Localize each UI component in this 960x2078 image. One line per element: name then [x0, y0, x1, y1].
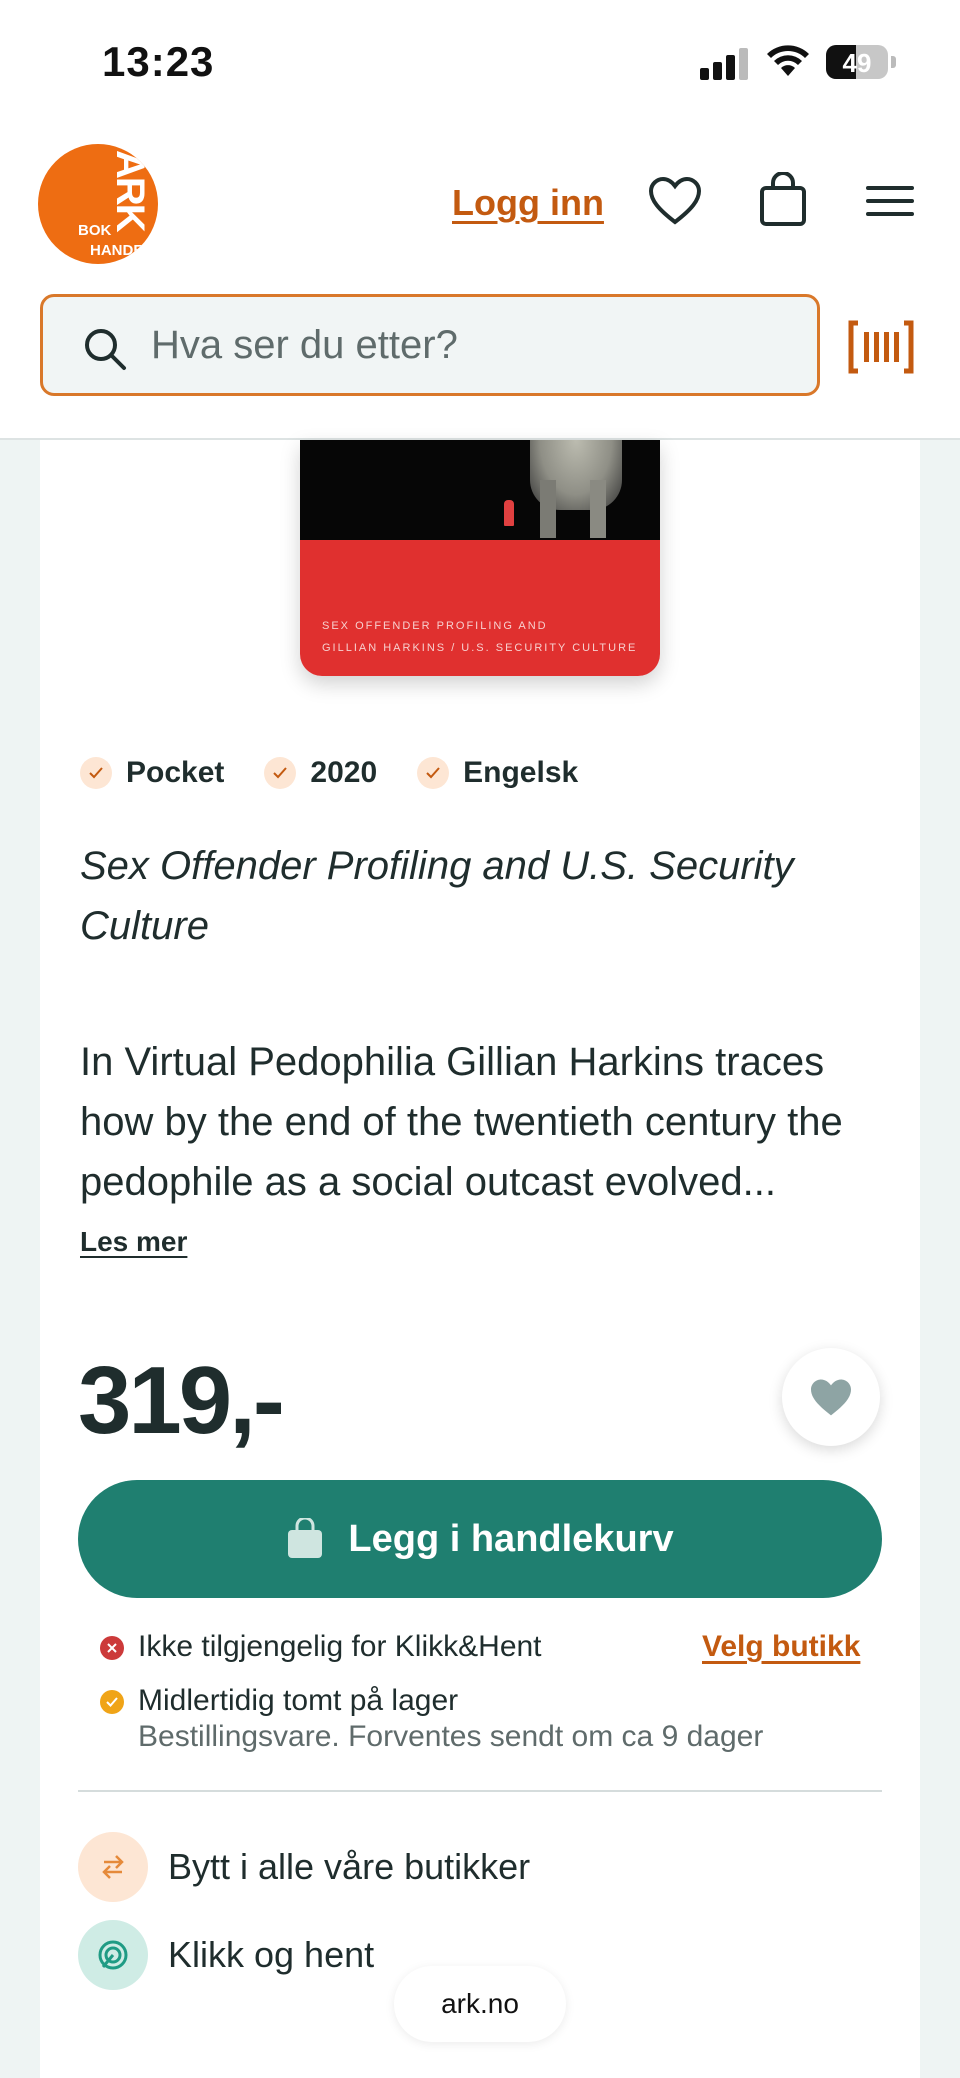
add-to-cart-label: Legg i handlekurv — [348, 1517, 674, 1560]
check-icon — [80, 757, 112, 789]
warning-check-icon — [100, 1690, 124, 1714]
battery-level: 49 — [842, 48, 872, 78]
heart-icon — [811, 1379, 851, 1416]
book-cover-image[interactable]: SEX OFFENDER PROFILING AND GILLIAN HARKI… — [300, 440, 660, 676]
search-icon — [85, 329, 126, 370]
attribute-format: Pocket — [80, 756, 224, 790]
feature-exchange: Bytt i alle våre butikker — [78, 1832, 530, 1902]
unavailable-icon — [100, 1636, 124, 1660]
barcode-scanner-icon[interactable] — [848, 320, 914, 374]
cover-text-line1: SEX OFFENDER PROFILING AND — [322, 620, 548, 632]
battery-icon: 49 — [826, 45, 888, 79]
book-title: Sex Offender Profiling and U.S. Security… — [80, 844, 794, 948]
pickup-status-text: Ikke tilgjengelig for Klikk&Hent — [138, 1630, 542, 1663]
feature-label: Bytt i alle våre butikker — [168, 1846, 531, 1887]
divider — [78, 1790, 882, 1792]
favorite-button[interactable] — [782, 1348, 880, 1446]
shopping-bag-icon[interactable] — [758, 172, 808, 228]
book-description: In Virtual Pedophilia Gillian Harkins tr… — [80, 1040, 843, 1204]
cover-bottom — [300, 540, 660, 676]
status-time: 13:23 — [102, 38, 215, 85]
shopping-bag-icon — [288, 1518, 323, 1558]
browser-url-pill[interactable]: ark.no — [394, 1966, 566, 2042]
cover-text-line2: GILLIAN HARKINS / U.S. SECURITY CULTURE — [322, 642, 638, 654]
cover-figure-leg — [540, 480, 556, 538]
wishlist-heart-icon[interactable] — [648, 176, 702, 226]
stock-status-subtext: Bestillingsvare. Forventes sendt om ca 9… — [138, 1720, 764, 1753]
battery-tip — [891, 56, 896, 68]
search-input[interactable]: Hva ser du etter? — [40, 294, 820, 396]
product-card: SEX OFFENDER PROFILING AND GILLIAN HARKI… — [40, 440, 920, 2078]
price: 319,- — [78, 1347, 285, 1454]
attribute-label: Pocket — [126, 756, 225, 789]
product-attributes: Pocket 2020 Engelsk — [80, 756, 578, 790]
add-to-cart-button[interactable]: Legg i handlekurv — [78, 1480, 882, 1598]
ark-logo[interactable]: ARK BOK HANDEL — [38, 144, 158, 264]
attribute-year: 2020 — [264, 756, 377, 790]
click-collect-icon — [78, 1920, 148, 1990]
cover-figure-leg — [590, 480, 606, 538]
attribute-language: Engelsk — [417, 756, 578, 790]
login-link[interactable]: Logg inn — [452, 182, 604, 224]
status-bar: 13:23 49 — [0, 0, 960, 120]
check-icon — [417, 757, 450, 789]
check-icon — [264, 757, 297, 789]
cellular-signal-icon — [700, 46, 752, 80]
site-header: ARK BOK HANDEL Logg inn Hva ser du etter… — [0, 120, 960, 440]
logo-ark-text: ARK — [108, 150, 152, 231]
logo-bok-text: BOK — [78, 222, 112, 239]
attribute-label: Engelsk — [463, 756, 579, 789]
feature-label: Klikk og hent — [168, 1934, 375, 1975]
read-more-link[interactable]: Les mer — [80, 1226, 187, 1258]
stock-status-text: Midlertidig tomt på lager — [138, 1684, 459, 1717]
hamburger-menu-icon[interactable] — [866, 184, 914, 218]
choose-store-link[interactable]: Velg butikk — [702, 1630, 860, 1664]
attribute-label: 2020 — [310, 756, 378, 789]
exchange-arrows-icon — [78, 1832, 148, 1902]
feature-click-and-collect: Klikk og hent — [78, 1920, 374, 1990]
logo-handel-text: HANDEL — [90, 242, 153, 259]
wifi-icon — [767, 45, 809, 76]
cover-child-figure — [504, 500, 514, 526]
search-placeholder: Hva ser du etter? — [151, 323, 458, 367]
